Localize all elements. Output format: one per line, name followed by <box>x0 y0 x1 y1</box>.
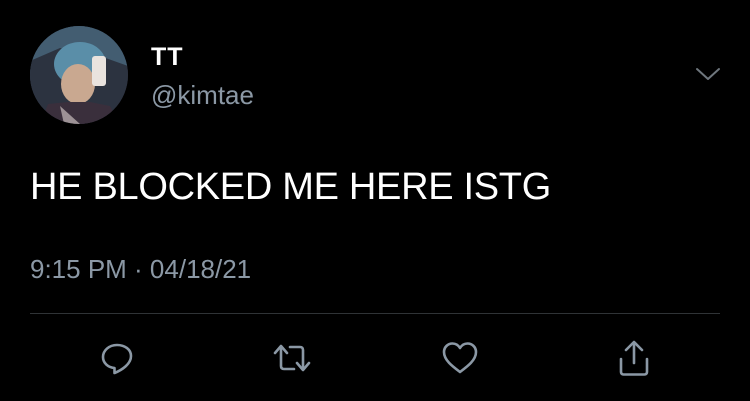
like-button[interactable] <box>440 338 480 378</box>
tweet-detail: TT @kimtae HE BLOCKED ME HERE ISTG 9:15 … <box>0 0 750 401</box>
action-bar <box>0 330 750 380</box>
profile-photo-icon <box>30 26 128 124</box>
heart-icon <box>442 342 478 374</box>
divider <box>30 313 720 314</box>
retweet-icon <box>273 344 311 372</box>
avatar[interactable] <box>30 26 128 124</box>
display-name[interactable]: TT <box>151 42 184 72</box>
user-handle[interactable]: @kimtae <box>151 80 254 110</box>
tweet-timestamp[interactable]: 9:15 PM · 04/18/21 <box>30 253 251 285</box>
reply-button[interactable] <box>97 338 137 378</box>
tweet-text: HE BLOCKED ME HERE ISTG <box>30 166 551 208</box>
reply-icon <box>101 343 133 375</box>
retweet-button[interactable] <box>272 338 312 378</box>
chevron-down-icon[interactable] <box>693 64 723 84</box>
share-icon <box>619 340 649 376</box>
share-button[interactable] <box>614 338 654 378</box>
